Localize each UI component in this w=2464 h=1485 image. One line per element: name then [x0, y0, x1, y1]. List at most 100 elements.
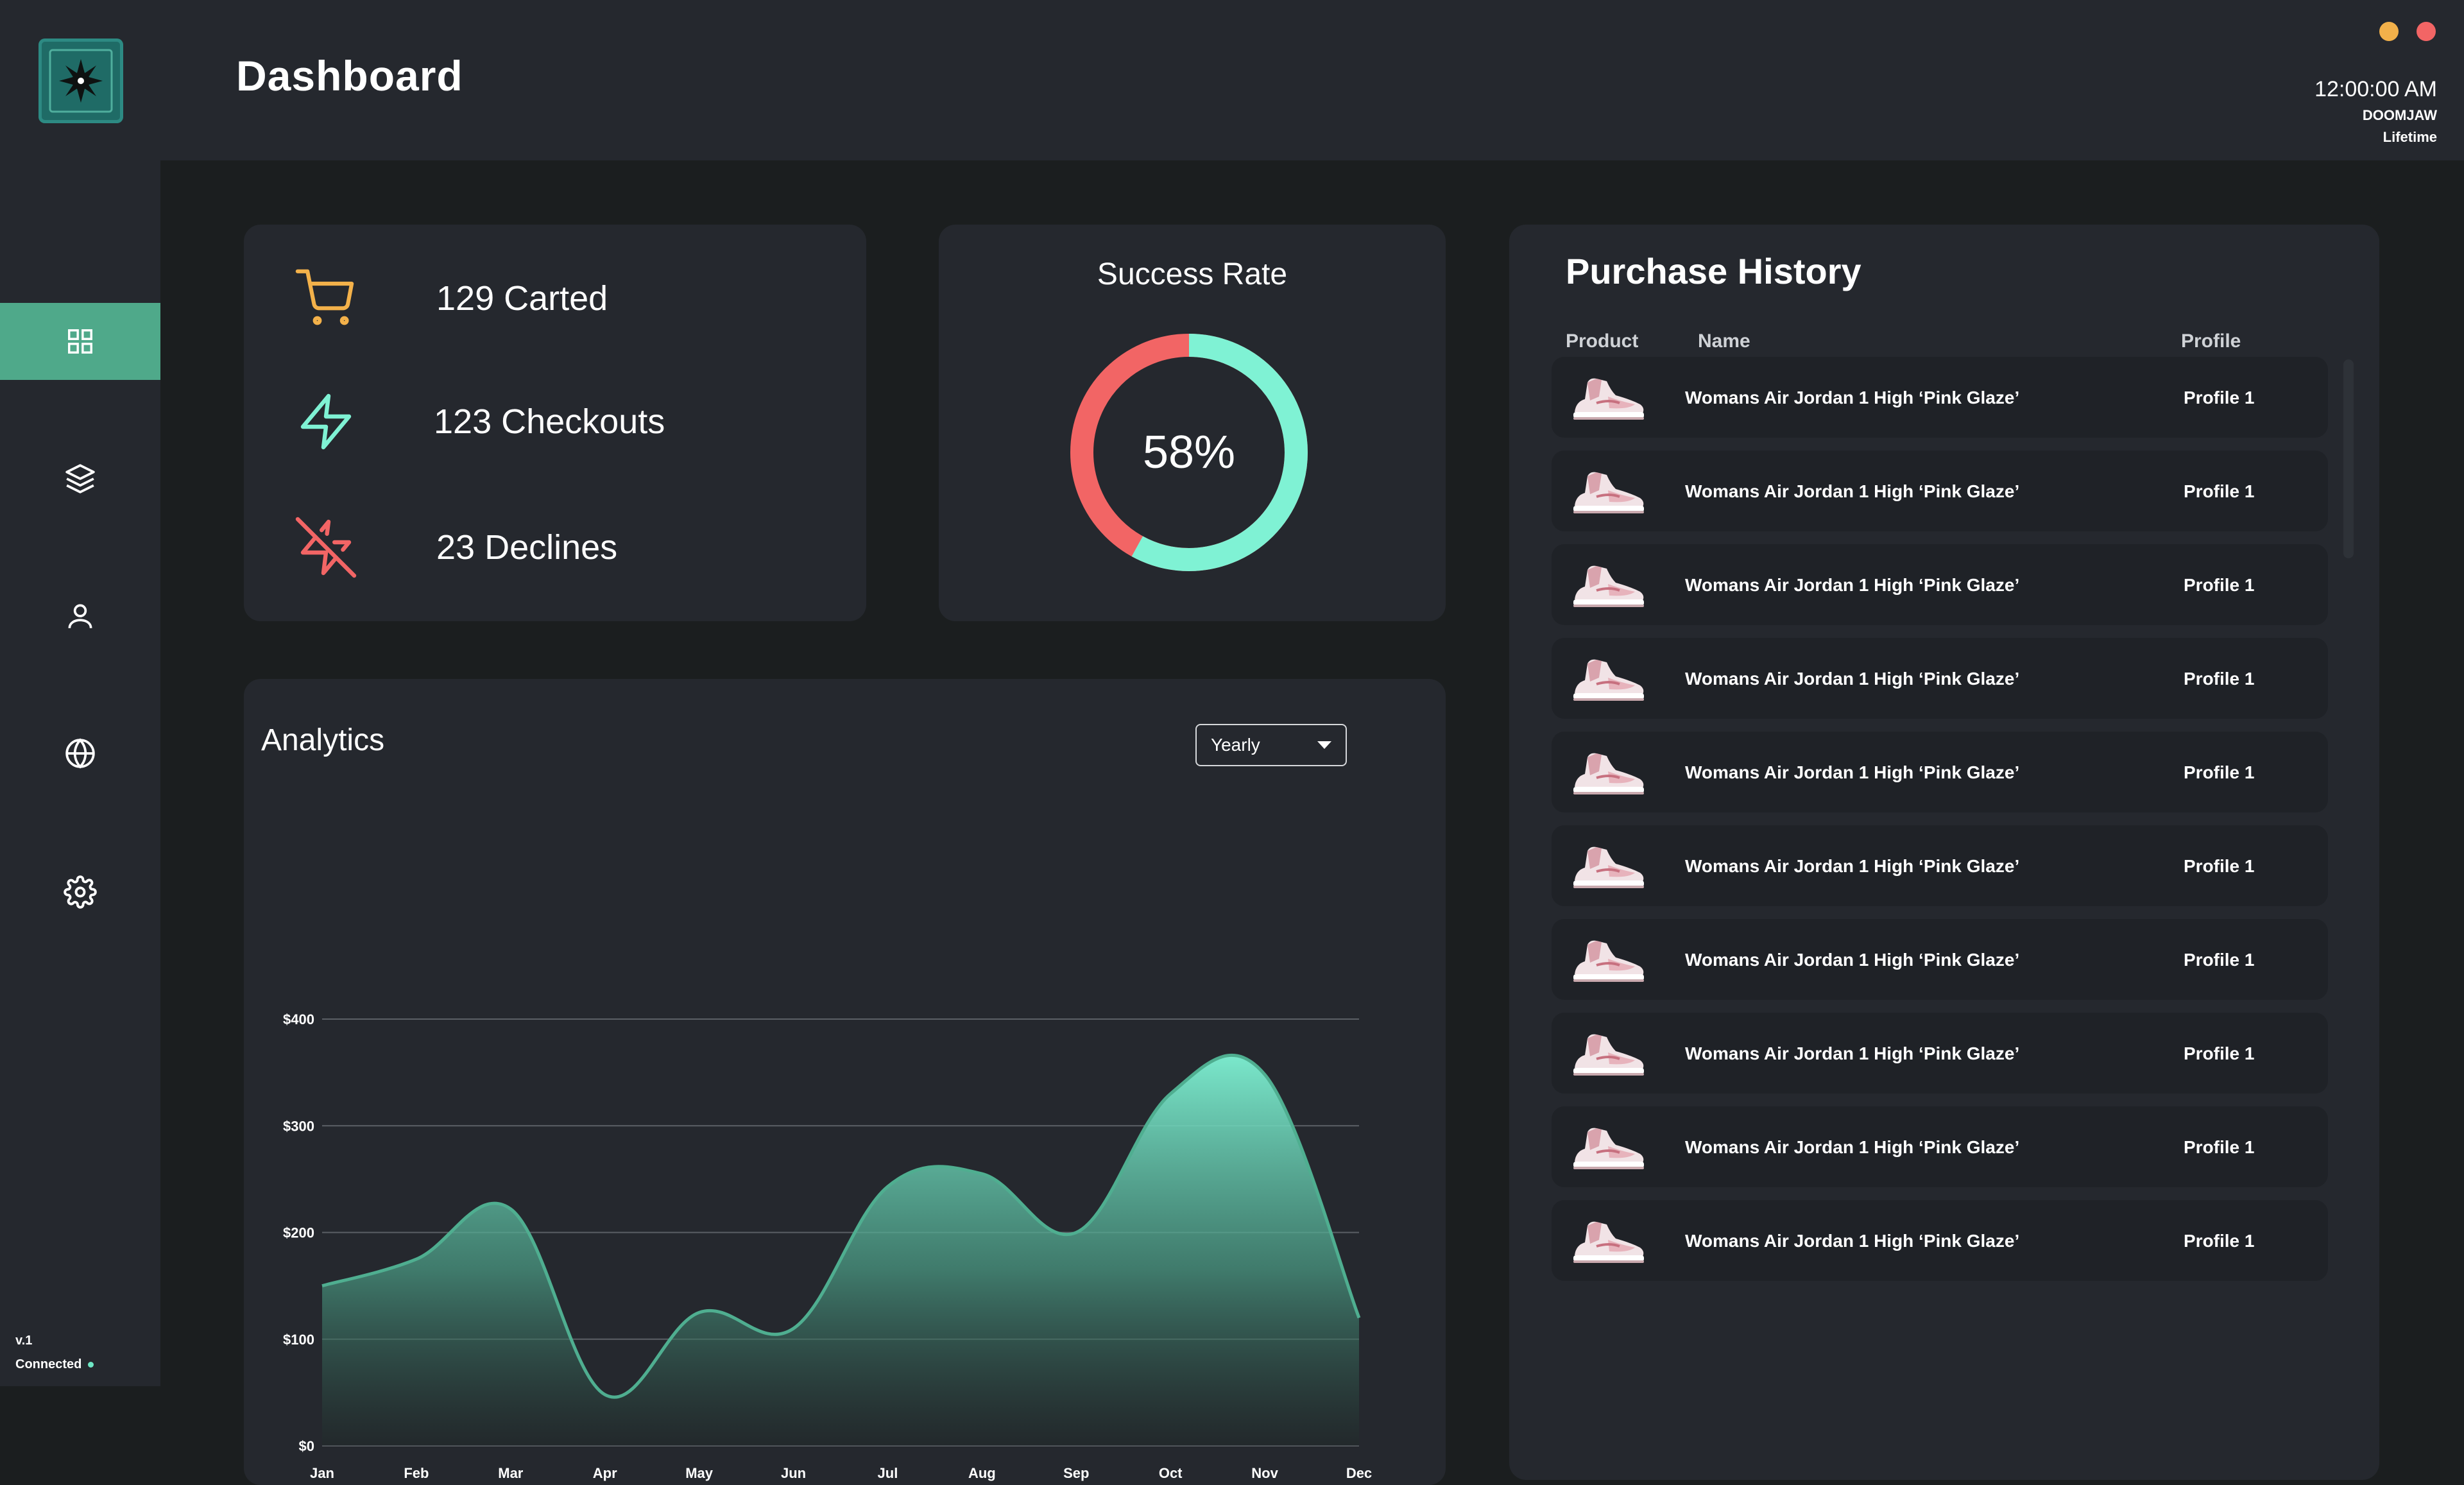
success-rate-value: 58% [1142, 427, 1236, 478]
profile-name: Profile 1 [2184, 856, 2255, 876]
profile-name: Profile 1 [2184, 1137, 2255, 1157]
table-row[interactable]: Womans Air Jordan 1 High ‘Pink Glaze’ Pro… [1552, 357, 2328, 438]
table-row[interactable]: Womans Air Jordan 1 High ‘Pink Glaze’ Pro… [1552, 1106, 2328, 1187]
product-name: Womans Air Jordan 1 High ‘Pink Glaze’ [1685, 856, 2020, 876]
stats-card: 129 Carted 123 Checkouts 23 Declines [244, 225, 866, 621]
profile-name: Profile 1 [2184, 950, 2255, 970]
declines-count: 23 Declines [436, 528, 618, 567]
username: DOOMJAW [2362, 107, 2437, 123]
sidebar-footer: v.1 Connected [15, 1334, 94, 1372]
product-thumbnail [1571, 652, 1647, 705]
stat-carted: 129 Carted [295, 263, 608, 334]
sidebar-item-dashboard[interactable] [0, 303, 160, 380]
y-tick-label: $300 [283, 1118, 314, 1134]
y-tick-label: $100 [283, 1332, 314, 1348]
profile-name: Profile 1 [2184, 575, 2255, 595]
purchase-history-card: Purchase History Product Name Profile Wo… [1509, 225, 2379, 1480]
profile-name: Profile 1 [2184, 481, 2255, 501]
checkouts-count: 123 Checkouts [434, 402, 665, 441]
product-name: Womans Air Jordan 1 High ‘Pink Glaze’ [1685, 669, 2020, 689]
column-header-name: Name [1698, 330, 1750, 352]
table-row[interactable]: Womans Air Jordan 1 High ‘Pink Glaze’ Pro… [1552, 732, 2328, 812]
product-thumbnail [1571, 1027, 1647, 1079]
product-name: Womans Air Jordan 1 High ‘Pink Glaze’ [1685, 575, 2020, 595]
page-title: Dashboard [236, 52, 463, 99]
y-tick-label: $400 [283, 1011, 314, 1027]
app-logo [38, 39, 123, 123]
product-thumbnail [1571, 839, 1647, 892]
y-tick-label: $0 [299, 1438, 314, 1454]
product-thumbnail [1571, 933, 1647, 986]
logo-icon [49, 49, 113, 113]
analytics-chart: $0 $100 $200 $300 $400 Jan Feb Mar Apr May Jun Jul A… [283, 1011, 1372, 1481]
x-tick-label: Jun [781, 1465, 806, 1481]
x-tick-label: Sep [1063, 1465, 1089, 1481]
profile-name: Profile 1 [2184, 388, 2255, 408]
x-tick-label: Mar [498, 1465, 524, 1481]
profile-name: Profile 1 [2184, 669, 2255, 689]
sidebar-item-settings[interactable] [0, 854, 160, 931]
sidebar-item-proxies[interactable] [0, 715, 160, 792]
product-name: Womans Air Jordan 1 High ‘Pink Glaze’ [1685, 388, 2020, 408]
x-tick-label: Jan [310, 1465, 334, 1481]
profile-name: Profile 1 [2184, 1043, 2255, 1063]
success-rate-title: Success Rate [1097, 257, 1288, 291]
analytics-card: Analytics Yearly $0 $100 $200 $300 $400 Jan Fe… [244, 679, 1446, 1485]
lightning-off-icon [295, 512, 366, 583]
x-tick-label: May [685, 1465, 714, 1481]
user-icon [68, 604, 92, 628]
x-tick-label: Aug [968, 1465, 996, 1481]
layers-icon [65, 464, 95, 494]
product-thumbnail [1571, 1214, 1647, 1267]
x-tick-label: Nov [1251, 1465, 1278, 1481]
grid-icon [68, 329, 92, 354]
product-name: Womans Air Jordan 1 High ‘Pink Glaze’ [1685, 481, 2020, 501]
table-row[interactable]: Womans Air Jordan 1 High ‘Pink Glaze’ Pro… [1552, 638, 2328, 719]
product-name: Womans Air Jordan 1 High ‘Pink Glaze’ [1685, 950, 2020, 970]
stat-checkouts: 123 Checkouts [295, 386, 665, 457]
scrollbar[interactable] [2343, 359, 2354, 558]
product-thumbnail [1571, 1120, 1647, 1173]
area-fill [322, 1055, 1359, 1446]
product-name: Womans Air Jordan 1 High ‘Pink Glaze’ [1685, 1231, 2020, 1251]
sidebar-item-tasks[interactable] [0, 440, 160, 517]
stat-declines: 23 Declines [295, 512, 617, 583]
product-thumbnail [1571, 371, 1647, 424]
success-rate-donut: 58% [1067, 330, 1311, 574]
license-type: Lifetime [2383, 129, 2437, 145]
x-tick-label: Oct [1159, 1465, 1183, 1481]
table-row[interactable]: Womans Air Jordan 1 High ‘Pink Glaze’ Pro… [1552, 919, 2328, 1000]
main-area: 129 Carted 123 Checkouts 23 Declines Suc… [160, 160, 2464, 1485]
cart-icon [295, 263, 366, 334]
product-name: Womans Air Jordan 1 High ‘Pink Glaze’ [1685, 1137, 2020, 1157]
purchase-list: Womans Air Jordan 1 High ‘Pink Glaze’ Pro… [1552, 357, 2328, 1294]
version-label: v.1 [15, 1334, 33, 1348]
table-row[interactable]: Womans Air Jordan 1 High ‘Pink Glaze’ Pro… [1552, 544, 2328, 625]
table-row[interactable]: Womans Air Jordan 1 High ‘Pink Glaze’ Pro… [1552, 825, 2328, 906]
top-bar: Dashboard 12:00:00 AM DOOMJAW Lifetime [0, 0, 2464, 160]
x-tick-label: Apr [593, 1465, 617, 1481]
table-row[interactable]: Womans Air Jordan 1 High ‘Pink Glaze’ Pro… [1552, 451, 2328, 531]
status-dot-icon [88, 1362, 94, 1368]
purchase-history-title: Purchase History [1566, 251, 1861, 291]
sidebar-item-profiles[interactable] [0, 578, 160, 655]
product-name: Womans Air Jordan 1 High ‘Pink Glaze’ [1685, 762, 2020, 782]
x-tick-label: Jul [878, 1465, 898, 1481]
product-thumbnail [1571, 558, 1647, 611]
gear-icon [64, 875, 97, 909]
table-row[interactable]: Womans Air Jordan 1 High ‘Pink Glaze’ Pro… [1552, 1200, 2328, 1281]
x-tick-label: Dec [1346, 1465, 1372, 1481]
sidebar [0, 160, 160, 1386]
connection-status: Connected [15, 1357, 94, 1372]
column-header-profile: Profile [2181, 330, 2241, 352]
column-header-product: Product [1566, 330, 1639, 352]
x-tick-label: Feb [404, 1465, 429, 1481]
close-button[interactable] [2417, 22, 2436, 41]
table-row[interactable]: Womans Air Jordan 1 High ‘Pink Glaze’ Pro… [1552, 1013, 2328, 1094]
clock-panel: 12:00:00 AM DOOMJAW Lifetime [2314, 77, 2437, 146]
minimize-button[interactable] [2379, 22, 2399, 41]
lightning-icon [295, 386, 366, 457]
connection-status-label: Connected [15, 1357, 82, 1371]
product-thumbnail [1571, 746, 1647, 798]
carted-count: 129 Carted [436, 279, 608, 318]
